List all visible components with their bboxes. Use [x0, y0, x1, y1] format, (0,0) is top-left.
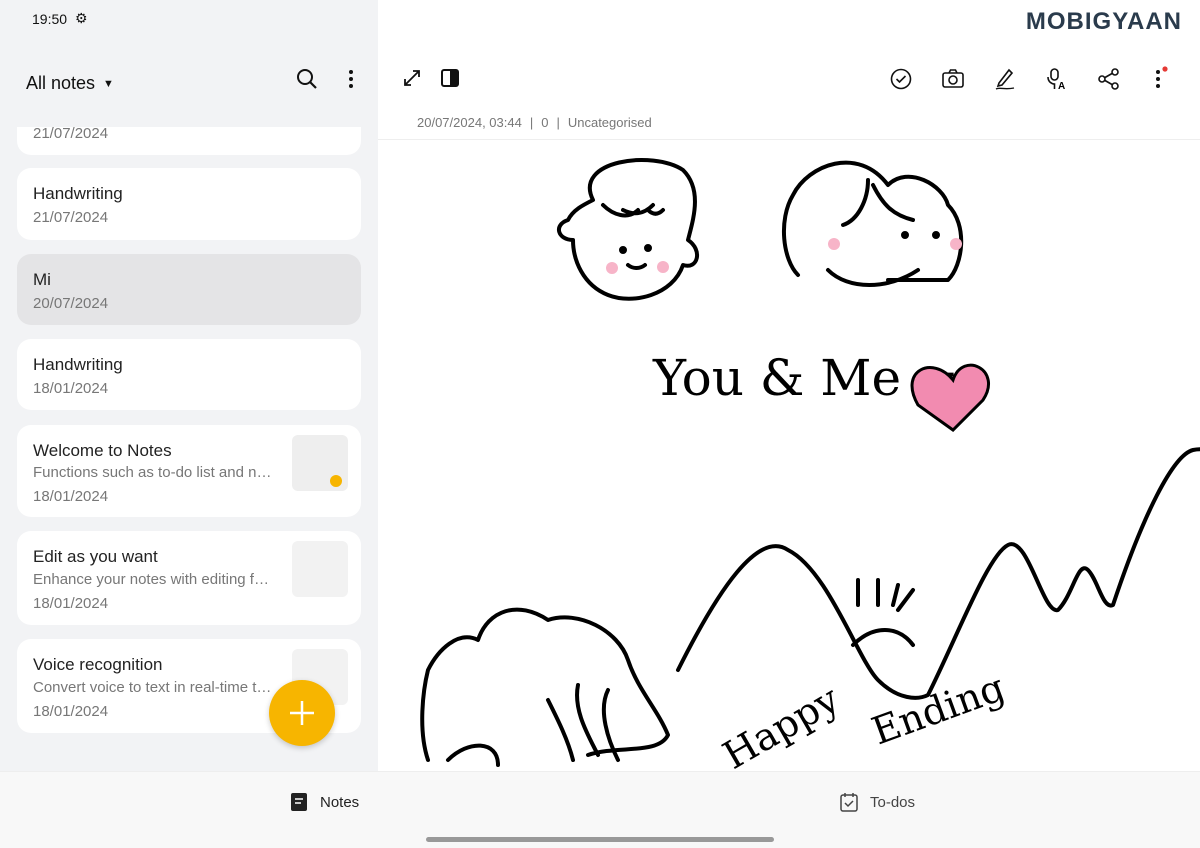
- status-time: 19:50: [32, 10, 68, 27]
- note-metadata: 20/07/2024, 03:44 | 0 | Uncategorised: [417, 115, 652, 130]
- tab-notes[interactable]: Notes: [290, 792, 359, 812]
- svg-text:A: A: [1058, 81, 1065, 91]
- note-title: Welcome to Notes: [33, 441, 172, 460]
- note-thumbnail: [292, 435, 348, 491]
- folder-selector[interactable]: All notes ▼: [26, 73, 114, 94]
- note-preview: Functions such as to-do list and n…: [33, 464, 272, 481]
- handwriting-icon[interactable]: [992, 66, 1018, 92]
- folder-title: All notes: [26, 73, 96, 93]
- tree-drawing: [420, 607, 670, 767]
- note-preview: Convert voice to text in real-time t…: [33, 679, 272, 696]
- gesture-handle[interactable]: [426, 837, 774, 842]
- note-date: 20/07/2024: [33, 295, 109, 312]
- tab-todos[interactable]: To-dos: [840, 792, 915, 812]
- note-date: 21/07/2024: [33, 209, 109, 226]
- note-preview: Enhance your notes with editing f…: [33, 571, 269, 588]
- word-count: 0: [541, 115, 549, 130]
- camera-icon[interactable]: [940, 66, 966, 92]
- note-category[interactable]: Uncategorised: [568, 115, 652, 130]
- heart-drawing: [910, 363, 990, 432]
- gear-icon: ⚙: [75, 10, 88, 26]
- note-date: 21/07/2024: [33, 125, 109, 142]
- note-title: Handwriting: [33, 355, 123, 374]
- note-card[interactable]: Handwriting 18/01/2024: [17, 339, 361, 410]
- search-icon[interactable]: [294, 66, 320, 92]
- note-title: Mi: [33, 270, 51, 289]
- tab-label: Notes: [320, 793, 360, 811]
- boy-face-drawing: [557, 158, 699, 301]
- note-date: 18/01/2024: [33, 380, 109, 397]
- sidebar-header: 19:50 ⚙ All notes ▼: [0, 0, 378, 127]
- note-title: Handwriting: [33, 184, 123, 203]
- expand-icon[interactable]: [400, 66, 424, 90]
- notes-sidebar: 19:50 ⚙ All notes ▼ 21/07/2024 Handwriti…: [0, 0, 378, 771]
- split-view-icon[interactable]: [438, 66, 462, 90]
- note-card[interactable]: Edit as you want Enhance your notes with…: [17, 531, 361, 625]
- note-thumbnail: [292, 541, 348, 597]
- add-note-button[interactable]: [269, 680, 335, 746]
- note-card-selected[interactable]: Mi 20/07/2024: [17, 254, 361, 325]
- more-options-icon[interactable]: [1150, 64, 1172, 92]
- share-icon[interactable]: [1096, 66, 1122, 92]
- mountains-drawing: [676, 447, 1200, 700]
- handwriting-canvas[interactable]: You & Me = Happy Ending: [378, 140, 1200, 771]
- note-card[interactable]: Handwriting 21/07/2024: [17, 168, 361, 240]
- sun-drawing: [851, 578, 915, 647]
- dropdown-icon: ▼: [103, 77, 114, 90]
- note-date: 18/01/2024: [33, 595, 109, 612]
- more-options-icon[interactable]: [340, 66, 362, 92]
- status-bar: 19:50 ⚙: [32, 10, 88, 27]
- girl-face-drawing: [781, 160, 964, 282]
- note-card[interactable]: Welcome to Notes Functions such as to-do…: [17, 425, 361, 517]
- note-date: 18/01/2024: [33, 488, 109, 505]
- voice-to-text-icon[interactable]: A: [1044, 66, 1070, 92]
- note-editor: MOBIGYAAN A 20/07/2024, 03:44 | 0 | Uncate…: [378, 0, 1200, 771]
- drawing-text: Happy: [716, 676, 848, 771]
- note-date: 18/01/2024: [33, 703, 109, 720]
- plus-icon: [290, 701, 314, 725]
- notes-icon: [291, 793, 307, 811]
- note-datetime: 20/07/2024, 03:44: [417, 115, 522, 130]
- note-title: Voice recognition: [33, 655, 163, 674]
- note-title: Edit as you want: [33, 547, 158, 566]
- tab-label: To-dos: [870, 793, 916, 811]
- watermark-logo: MOBIGYAAN: [1025, 8, 1182, 35]
- checklist-icon[interactable]: [888, 66, 914, 92]
- todo-icon: [840, 793, 858, 812]
